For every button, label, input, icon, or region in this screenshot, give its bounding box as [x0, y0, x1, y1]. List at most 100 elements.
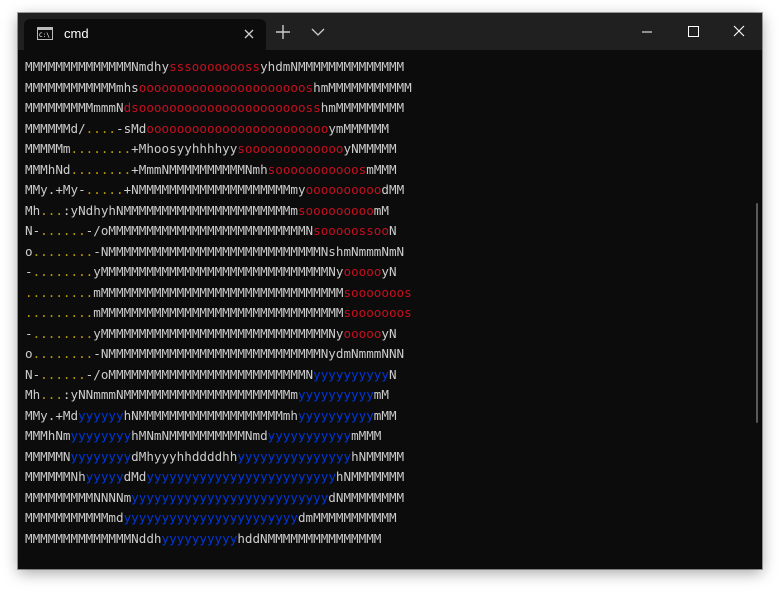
console-line: Mh...:yNNmmmNMMMMMMMMMMMMMMMMMMMMMMmyyyy… [25, 385, 745, 406]
minimize-button[interactable] [624, 13, 670, 50]
console-text-segment: yN [381, 264, 397, 279]
console-line: MMMhNd........+MmmNMMMMMMMMMMNmhsooooooo… [25, 160, 745, 181]
console-text-segment: ...... [40, 366, 86, 382]
console-line: MMMMMMNhyyyyydMdyyyyyyyyyyyyyyyyyyyyyyyy… [25, 467, 745, 488]
console-text-segment: ooooo [343, 264, 382, 279]
console-text-segment: MMy.+My- [25, 182, 86, 197]
console-text-segment: sooooooooo [297, 202, 374, 218]
console-text-segment: mM [373, 387, 389, 402]
console-line: N-......-/oMMMMMMMMMMMMMMMMMMMMMMMMMMNyy… [25, 365, 745, 386]
console-text-segment: o [25, 346, 33, 361]
console-text-segment: -/oMMMMMMMMMMMMMMMMMMMMMMMMMMN [85, 223, 314, 238]
console-text-segment: :yNdhyhNMMMMMMMMMMMMMMMMMMMMMMm [62, 202, 298, 218]
console-text-segment: mM [373, 202, 389, 218]
console-text-segment: dMhyyyhhddddhh [131, 448, 238, 464]
console-text-segment: ... [40, 387, 63, 402]
console-text-segment: sooooooos [343, 284, 412, 300]
console-text-segment: dMd [123, 469, 147, 484]
console-text-segment: MMMMMN [25, 448, 71, 464]
console-text-segment: dmMMMMMMMMMMM [297, 510, 397, 525]
console-text-segment: sooooooooooooo [237, 141, 344, 156]
console-text-segment: MMMMMMMMMMMmd [25, 510, 124, 525]
console-text-segment: yyyyyyyyyyy [267, 428, 352, 443]
svg-text:C:\: C:\ [39, 32, 50, 39]
console-text-segment: yyyyyyyyyy [161, 530, 238, 546]
console-text-segment: MMMMMMNh [25, 469, 86, 484]
close-tab-icon[interactable] [242, 27, 256, 41]
console-text-segment: hmMMMMMMMMMMM [313, 79, 412, 95]
console-text-segment: mMMM [366, 161, 397, 177]
console-text-segment: yN [381, 325, 397, 341]
console-line: MMy.+MdyyyyyyhNMMMMMMMMMMMMMMMMMMMmhyyyy… [25, 406, 745, 427]
maximize-button[interactable] [670, 13, 716, 50]
console-text-segment: yNMMMMM [343, 141, 397, 156]
tab-cmd[interactable]: C:\ cmd [24, 19, 266, 50]
console-text-segment: mMMMMMMMMMMMMMMMMMMMMMMMMMMMMMMMM [93, 284, 344, 300]
console-text-segment: - [25, 325, 33, 341]
console-line: .........mMMMMMMMMMMMMMMMMMMMMMMMMMMMMMM… [25, 283, 745, 304]
scrollbar[interactable] [756, 203, 758, 423]
console-text-segment: - [25, 264, 33, 279]
console-text-segment: N [388, 366, 397, 382]
console-text-segment: MMMMMMMMMMMMMMNddh [25, 530, 162, 546]
console-text-segment: oooooooooooooooooooooooo [146, 120, 329, 136]
console-line: MMMMMm........+Mhoosyyhhhhyysooooooooooo… [25, 139, 745, 160]
console-text-segment: +Mhoosyyhhhhyy [131, 141, 238, 156]
console-text-segment: MMy.+Md [25, 407, 79, 423]
console-text-segment: -NMMMMMMMMMMMMMMMMMMMMMMMMMMMMNydmNmmmNN… [93, 346, 405, 361]
console-text-segment: N [388, 223, 397, 238]
console-line: -........yMMMMMMMMMMMMMMMMMMMMMMMMMMMMMM… [25, 324, 745, 345]
console-output[interactable]: MMMMMMMMMMMMMMNmdhysssooooooossyhdmNMMMM… [25, 57, 745, 565]
console-line: MMMMMMd/....-sMdoooooooooooooooooooooooo… [25, 119, 745, 140]
console-text-segment: yyyyy [85, 469, 124, 484]
console-text-segment: sooooossoo [313, 223, 389, 238]
console-text-segment: yhdmNMMMMMMMMMMMMMM [260, 59, 405, 74]
console-text-segment: :yNNmmmNMMMMMMMMMMMMMMMMMMMMMMm [62, 387, 298, 402]
close-window-button[interactable] [716, 13, 762, 50]
console-text-segment: ........ [32, 243, 94, 259]
console-text-segment: MMMhNd [25, 161, 71, 177]
console-text-segment: hMNmNMMMMMMMMMMNmd [131, 428, 268, 443]
console-text-segment: yMMMMMMMMMMMMMMMMMMMMMMMMMMMMMMNy [93, 264, 344, 279]
console-line: MMMhNmyyyyyyyyhMNmNMMMMMMMMMMNmdyyyyyyyy… [25, 426, 745, 447]
console-text-segment: ........ [70, 161, 132, 177]
console-text-segment: MMMhNm [25, 428, 71, 443]
console-text-segment: -/oMMMMMMMMMMMMMMMMMMMMMMMMMMN [85, 366, 314, 382]
console-text-segment: ........ [32, 264, 94, 279]
console-line: MMMMMNyyyyyyyydMhyyyhhddddhhyyyyyyyyyyyy… [25, 447, 745, 468]
console-text-segment: hNMMMMMMMMMMMMMMMMMMMmh [123, 407, 298, 423]
console-text-segment: -sMd [116, 120, 147, 136]
console-text-segment: yyyyyyyyyy [297, 407, 374, 423]
console-text-segment: +MmmNMMMMMMMMMMNmh [131, 161, 268, 177]
console-text-segment: yyyyyyyyyyyyyyy [237, 448, 352, 464]
console-text-segment: MMMMMMMMMmmmN [25, 100, 124, 115]
console-text-segment: yyyyyy [78, 407, 124, 423]
console-line: MMMMMMMMMMMMmhsooooooooooooooooooooooshm… [25, 78, 745, 99]
console-text-segment: ... [40, 202, 63, 218]
console-text-segment: ........ [32, 346, 94, 361]
console-text-segment: Mh [25, 202, 41, 218]
console-text-segment: hddNMMMMMMMMMMMMMMM [237, 530, 382, 546]
console-line: o........-NMMMMMMMMMMMMMMMMMMMMMMMMMMMMN… [25, 344, 745, 365]
console-text-segment: o [25, 243, 33, 259]
console-text-segment: ......... [25, 305, 94, 320]
console-text-segment: MMMMMMMMMMMMmhs [25, 79, 139, 95]
console-line: N-......-/oMMMMMMMMMMMMMMMMMMMMMMMMMMNso… [25, 221, 745, 242]
chevron-down-icon[interactable] [308, 22, 328, 42]
new-tab-plus-icon[interactable] [273, 22, 293, 42]
console-text-segment: sssoooooooss [169, 59, 261, 74]
console-text-segment: hNMMMMM [351, 448, 405, 464]
console-line: MMMMMMMMMMMmdyyyyyyyyyyyyyyyyyyyyyyydmMM… [25, 508, 745, 529]
console-text-segment: oooooooooooooooooooooos [138, 79, 314, 95]
cmd-icon: C:\ [37, 27, 53, 40]
console-line: Mh...:yNdhyhNMMMMMMMMMMMMMMMMMMMMMMmsooo… [25, 201, 745, 222]
console-text-segment: yyyyyyyyyyyyyyyyyyyyyyy [123, 510, 298, 525]
console-text-segment: yMMMMMMMMMMMMMMMMMMMMMMMMMMMMMMNy [93, 325, 344, 341]
console-text-segment: MMMMMMd/ [25, 120, 86, 136]
console-line: MMMMMMMMMMMMMMNmdhysssooooooossyhdmNMMMM… [25, 57, 745, 78]
console-text-segment: yyyyyyyy [70, 448, 132, 464]
console-text-segment: ...... [40, 223, 86, 238]
console-text-segment: sooooooos [343, 305, 412, 320]
console-text-segment: yyyyyyyy [70, 428, 132, 443]
console-text-segment: ooooo [343, 325, 382, 341]
